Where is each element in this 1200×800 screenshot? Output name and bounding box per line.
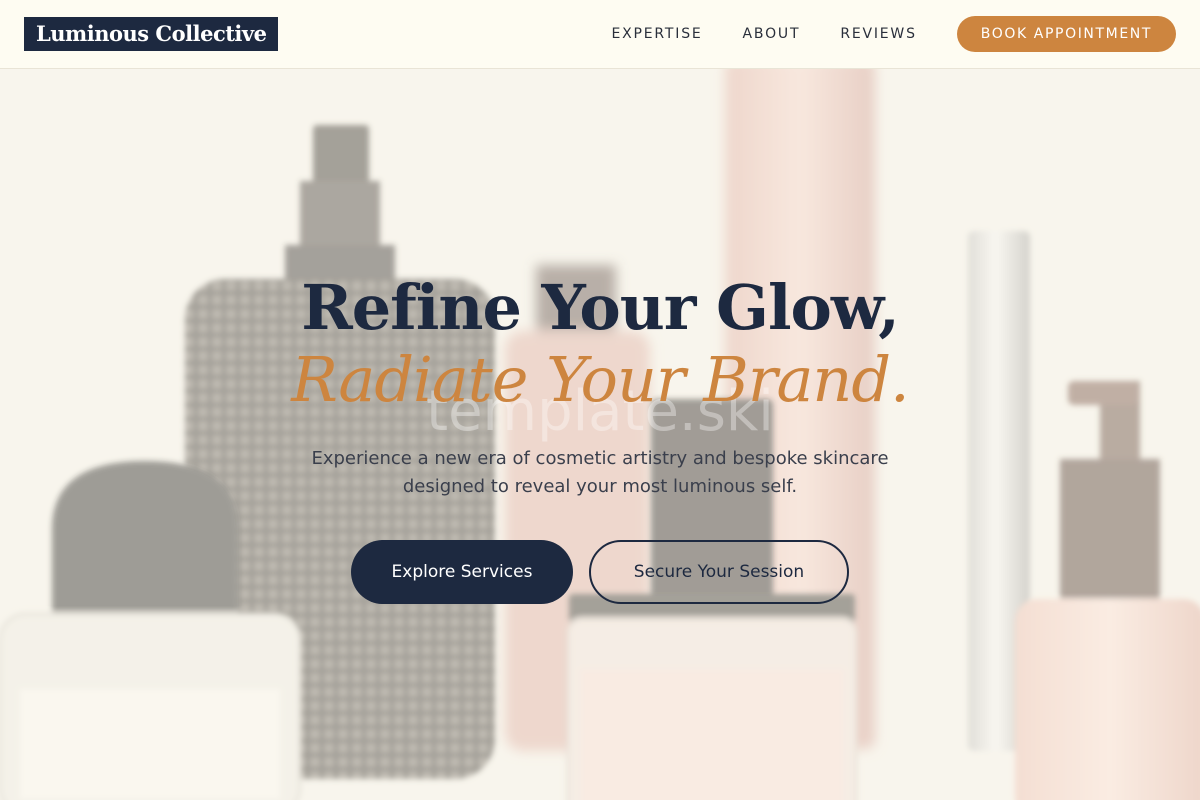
explore-services-button[interactable]: Explore Services [351, 540, 573, 604]
hero-headline: Refine Your Glow, [301, 271, 900, 344]
book-appointment-button[interactable]: BOOK APPOINTMENT [956, 16, 1176, 52]
hero-subtext: Experience a new era of cosmetic artistr… [300, 445, 900, 501]
nav-link-about[interactable]: ABOUT [743, 26, 801, 42]
nav-link-reviews[interactable]: REVIEWS [840, 26, 916, 42]
hero-content: Refine Your Glow, Radiate Your Brand. Ex… [0, 69, 1200, 800]
nav-link-expertise[interactable]: EXPERTISE [612, 26, 703, 42]
hero-headline-accent: Radiate Your Brand. [291, 343, 910, 416]
hero-subtext-line2: designed to reveal your most luminous se… [402, 476, 798, 497]
main-nav: EXPERTISE ABOUT REVIEWS BOOK APPOINTMENT [612, 16, 1176, 52]
hero-section: template.ski Refine Your Glow, Radiate Y… [0, 69, 1200, 800]
hero-subtext-line1: Experience a new era of cosmetic artistr… [311, 448, 889, 469]
site-header: Luminous Collective EXPERTISE ABOUT REVI… [0, 0, 1200, 69]
secure-session-button[interactable]: Secure Your Session [589, 540, 849, 604]
brand-logo[interactable]: Luminous Collective [24, 17, 279, 51]
